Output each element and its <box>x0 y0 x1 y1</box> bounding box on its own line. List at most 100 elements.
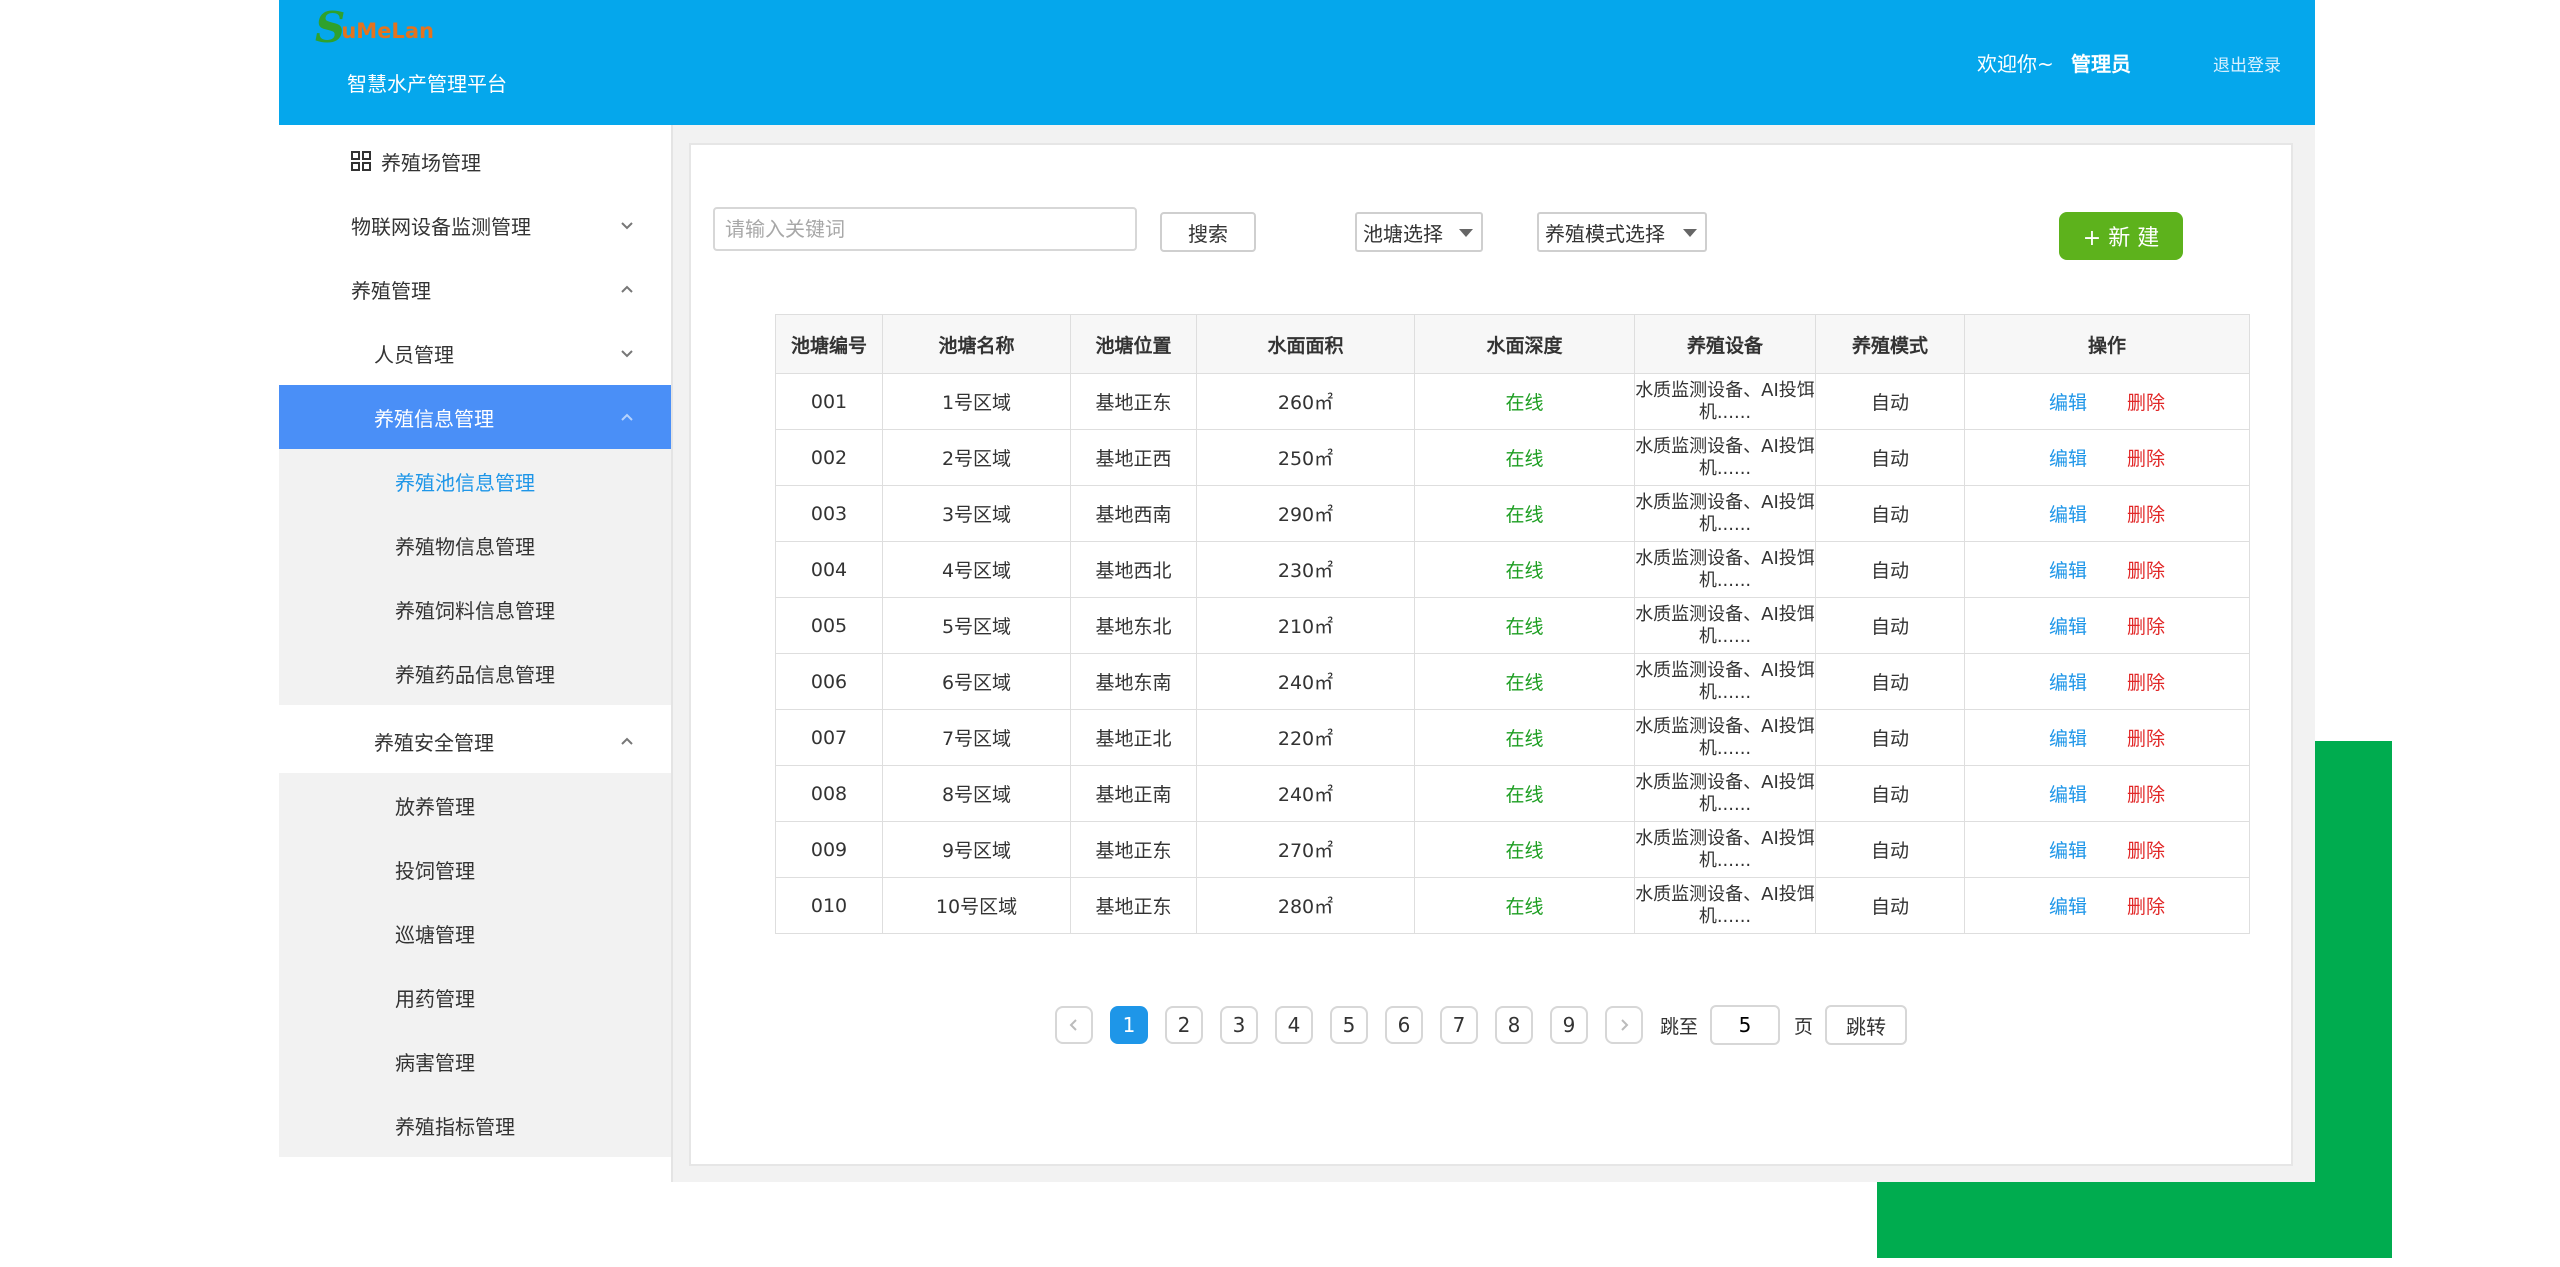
page-button[interactable]: 8 <box>1495 1006 1533 1044</box>
sidebar-item-label: 人员管理 <box>374 342 454 367</box>
water-area-cell: 260㎡ <box>1196 373 1415 430</box>
breeding-mode-cell: 自动 <box>1815 485 1965 542</box>
sidebar-item-safety[interactable]: 养殖安全管理 <box>279 709 671 773</box>
mode-select[interactable]: 养殖模式选择 <box>1537 212 1707 252</box>
edit-link[interactable]: 编辑 <box>2049 728 2087 750</box>
delete-link[interactable]: 删除 <box>2127 392 2165 414</box>
sidebar-item-stocking[interactable]: 放养管理 <box>279 773 671 837</box>
breeding-devices-cell: 水质监测设备、AI投饵机...... <box>1634 597 1816 654</box>
actions-cell: 编辑 删除 <box>1964 765 2250 822</box>
edit-link[interactable]: 编辑 <box>2049 672 2087 694</box>
sidebar-item-iot[interactable]: 物联网设备监测管理 <box>279 193 671 257</box>
next-page-button[interactable] <box>1605 1006 1643 1044</box>
actions-cell: 编辑 删除 <box>1964 821 2250 878</box>
breeding-mode-cell: 自动 <box>1815 821 1965 878</box>
page-button[interactable]: 2 <box>1165 1006 1203 1044</box>
breeding-mode-cell: 自动 <box>1815 541 1965 598</box>
water-depth-status-cell: 在线 <box>1414 373 1635 430</box>
logout-link[interactable]: 退出登录 <box>2213 51 2281 76</box>
edit-link[interactable]: 编辑 <box>2049 840 2087 862</box>
chevron-down-icon <box>621 222 633 230</box>
new-button[interactable]: + 新 建 <box>2059 212 2183 260</box>
water-depth-status-cell: 在线 <box>1414 429 1635 486</box>
logo: S uMeLan <box>315 7 434 49</box>
breeding-devices-cell: 水质监测设备、AI投饵机...... <box>1634 765 1816 822</box>
water-depth-status-cell: 在线 <box>1414 597 1635 654</box>
edit-link[interactable]: 编辑 <box>2049 448 2087 470</box>
page-button[interactable]: 5 <box>1330 1006 1368 1044</box>
sidebar-item-breeding-info[interactable]: 养殖信息管理 <box>279 385 671 449</box>
breeding-mode-cell: 自动 <box>1815 373 1965 430</box>
table-row: 008 8号区域 基地正南 240㎡ 在线 水质监测设备、AI投饵机...... 自动 编辑 删… <box>775 765 2250 822</box>
page-button[interactable]: 1 <box>1110 1006 1148 1044</box>
sidebar-item-label: 投饲管理 <box>395 858 475 883</box>
pond-id-cell: 007 <box>775 709 883 766</box>
pond-table: 池塘编号 池塘名称 池塘位置 水面面积 水面深度 养殖设备 养殖模式 操作 001 1号区域 基地… <box>775 314 2250 934</box>
pond-location-cell: 基地东南 <box>1070 653 1197 710</box>
water-area-cell: 230㎡ <box>1196 541 1415 598</box>
sidebar-item-patrol[interactable]: 巡塘管理 <box>279 901 671 965</box>
water-depth-status-cell: 在线 <box>1414 485 1635 542</box>
sidebar-item-breeding[interactable]: 养殖管理 <box>279 257 671 321</box>
sidebar-item-drug-info[interactable]: 养殖药品信息管理 <box>279 641 671 705</box>
pond-id-cell: 010 <box>775 877 883 934</box>
jump-button[interactable]: 跳转 <box>1825 1005 1908 1045</box>
delete-link[interactable]: 删除 <box>2127 896 2165 918</box>
logo-text: uMeLan <box>341 19 434 43</box>
sidebar-item-medication[interactable]: 用药管理 <box>279 965 671 1029</box>
edit-link[interactable]: 编辑 <box>2049 392 2087 414</box>
edit-link[interactable]: 编辑 <box>2049 784 2087 806</box>
sidebar-item-pond-info[interactable]: 养殖池信息管理 <box>279 449 671 513</box>
delete-link[interactable]: 删除 <box>2127 672 2165 694</box>
edit-link[interactable]: 编辑 <box>2049 560 2087 582</box>
sidebar-item-feeding[interactable]: 投饲管理 <box>279 837 671 901</box>
edit-link[interactable]: 编辑 <box>2049 616 2087 638</box>
delete-link[interactable]: 删除 <box>2127 784 2165 806</box>
sidebar-item-label: 养殖场管理 <box>381 150 481 175</box>
pond-select[interactable]: 池塘选择 <box>1355 212 1483 252</box>
app-window: S uMeLan 智慧水产管理平台 欢迎你~ 管理员 退出登录 养殖场管理 物联… <box>279 0 2315 1182</box>
delete-link[interactable]: 删除 <box>2127 560 2165 582</box>
platform-name: 智慧水产管理平台 <box>347 72 507 96</box>
table-row: 006 6号区域 基地东南 240㎡ 在线 水质监测设备、AI投饵机...... 自动 编辑 删… <box>775 653 2250 710</box>
page-button[interactable]: 7 <box>1440 1006 1478 1044</box>
actions-cell: 编辑 删除 <box>1964 877 2250 934</box>
sidebar-item-staff[interactable]: 人员管理 <box>279 321 671 385</box>
water-area-cell: 220㎡ <box>1196 709 1415 766</box>
breeding-mode-cell: 自动 <box>1815 597 1965 654</box>
search-button[interactable]: 搜索 <box>1160 212 1256 252</box>
edit-link[interactable]: 编辑 <box>2049 504 2087 526</box>
page-button[interactable]: 3 <box>1220 1006 1258 1044</box>
delete-link[interactable]: 删除 <box>2127 840 2165 862</box>
breeding-mode-cell: 自动 <box>1815 877 1965 934</box>
column-header: 池塘编号 <box>775 314 883 374</box>
sidebar-item-feed-info[interactable]: 养殖饲料信息管理 <box>279 577 671 641</box>
page-button[interactable]: 9 <box>1550 1006 1588 1044</box>
pagination: 123456789 跳至 页 跳转 <box>1055 1005 1908 1045</box>
delete-link[interactable]: 删除 <box>2127 616 2165 638</box>
chevron-right-icon <box>1621 1019 1629 1031</box>
edit-link[interactable]: 编辑 <box>2049 896 2087 918</box>
pond-name-cell: 1号区域 <box>882 373 1071 430</box>
delete-link[interactable]: 删除 <box>2127 504 2165 526</box>
pond-name-cell: 4号区域 <box>882 541 1071 598</box>
sidebar-item-label: 养殖饲料信息管理 <box>395 598 555 623</box>
prev-page-button[interactable] <box>1055 1006 1093 1044</box>
water-area-cell: 240㎡ <box>1196 653 1415 710</box>
page-button[interactable]: 6 <box>1385 1006 1423 1044</box>
delete-link[interactable]: 删除 <box>2127 448 2165 470</box>
jump-page-input[interactable] <box>1710 1005 1781 1045</box>
search-input[interactable] <box>713 207 1137 251</box>
table-row: 007 7号区域 基地正北 220㎡ 在线 水质监测设备、AI投饵机...... 自动 编辑 删… <box>775 709 2250 766</box>
sidebar-item-species-info[interactable]: 养殖物信息管理 <box>279 513 671 577</box>
sidebar-item-farm[interactable]: 养殖场管理 <box>279 129 671 193</box>
jump-suffix: 页 <box>1794 1015 1814 1038</box>
caret-down-icon <box>1459 229 1473 237</box>
water-depth-status-cell: 在线 <box>1414 821 1635 878</box>
delete-link[interactable]: 删除 <box>2127 728 2165 750</box>
sidebar-item-disease[interactable]: 病害管理 <box>279 1029 671 1093</box>
sidebar-item-indicator[interactable]: 养殖指标管理 <box>279 1093 671 1157</box>
breeding-devices-cell: 水质监测设备、AI投饵机...... <box>1634 373 1816 430</box>
page-button[interactable]: 4 <box>1275 1006 1313 1044</box>
sidebar-item-label: 物联网设备监测管理 <box>351 214 531 239</box>
